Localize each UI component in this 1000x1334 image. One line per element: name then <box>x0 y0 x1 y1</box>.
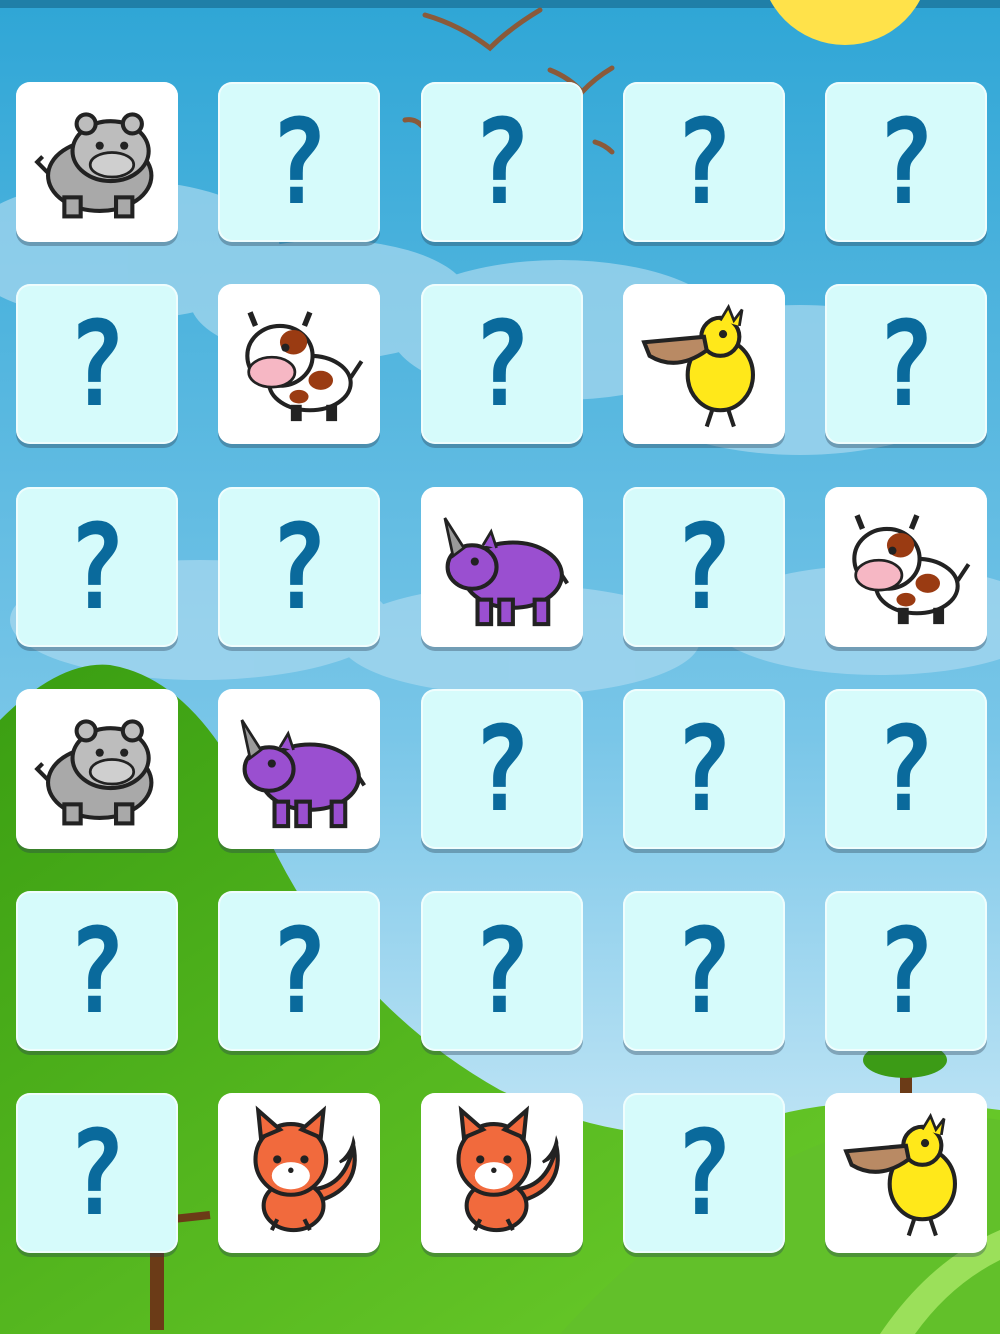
question-mark: ? <box>472 700 532 838</box>
question-mark: ? <box>67 295 127 433</box>
card-r1-c2[interactable]: ? <box>218 82 380 242</box>
fox-icon <box>456 1105 560 1233</box>
pelican-icon <box>843 1112 957 1237</box>
card-r4-c1[interactable] <box>16 689 178 849</box>
card-r4-c3[interactable]: ? <box>421 689 583 849</box>
card-r3-c2[interactable]: ? <box>218 487 380 647</box>
card-r2-c5[interactable]: ? <box>825 284 987 444</box>
question-mark: ? <box>269 93 329 231</box>
question-mark: ? <box>674 1104 734 1242</box>
card-r3-c1[interactable]: ? <box>16 487 178 647</box>
card-r4-c2[interactable] <box>218 689 380 849</box>
rhino-icon <box>443 517 569 627</box>
cow-icon <box>245 311 364 422</box>
pelican-icon <box>641 303 755 428</box>
card-r3-c4[interactable]: ? <box>623 487 785 647</box>
card-r1-c4[interactable]: ? <box>623 82 785 242</box>
cow-icon <box>852 514 971 625</box>
fox-icon <box>253 1105 357 1233</box>
card-r3-c5[interactable] <box>825 487 987 647</box>
card-r3-c3[interactable] <box>421 487 583 647</box>
question-mark: ? <box>876 902 936 1040</box>
card-r6-c5[interactable] <box>825 1093 987 1253</box>
card-r6-c2[interactable] <box>218 1093 380 1253</box>
card-r6-c4[interactable]: ? <box>623 1093 785 1253</box>
card-r5-c1[interactable]: ? <box>16 891 178 1051</box>
card-grid: ???????????????????? <box>0 0 1000 1334</box>
hippo-icon <box>34 719 154 826</box>
card-r6-c3[interactable] <box>421 1093 583 1253</box>
card-r2-c2[interactable] <box>218 284 380 444</box>
question-mark: ? <box>674 902 734 1040</box>
question-mark: ? <box>67 1104 127 1242</box>
card-r5-c5[interactable]: ? <box>825 891 987 1051</box>
question-mark: ? <box>472 93 532 231</box>
question-mark: ? <box>876 700 936 838</box>
question-mark: ? <box>674 93 734 231</box>
question-mark: ? <box>674 498 734 636</box>
question-mark: ? <box>674 700 734 838</box>
question-mark: ? <box>269 498 329 636</box>
card-r2-c3[interactable]: ? <box>421 284 583 444</box>
question-mark: ? <box>876 93 936 231</box>
question-mark: ? <box>67 498 127 636</box>
card-r5-c2[interactable]: ? <box>218 891 380 1051</box>
card-r1-c5[interactable]: ? <box>825 82 987 242</box>
card-r2-c1[interactable]: ? <box>16 284 178 444</box>
question-mark: ? <box>472 295 532 433</box>
question-mark: ? <box>472 902 532 1040</box>
question-mark: ? <box>67 902 127 1040</box>
card-r1-c3[interactable]: ? <box>421 82 583 242</box>
card-r5-c3[interactable]: ? <box>421 891 583 1051</box>
card-r5-c4[interactable]: ? <box>623 891 785 1051</box>
card-r4-c4[interactable]: ? <box>623 689 785 849</box>
question-mark: ? <box>269 902 329 1040</box>
card-r2-c4[interactable] <box>623 284 785 444</box>
card-r4-c5[interactable]: ? <box>825 689 987 849</box>
question-mark: ? <box>876 295 936 433</box>
rhino-icon <box>240 719 366 829</box>
hippo-icon <box>34 112 154 219</box>
card-r6-c1[interactable]: ? <box>16 1093 178 1253</box>
card-r1-c1[interactable] <box>16 82 178 242</box>
